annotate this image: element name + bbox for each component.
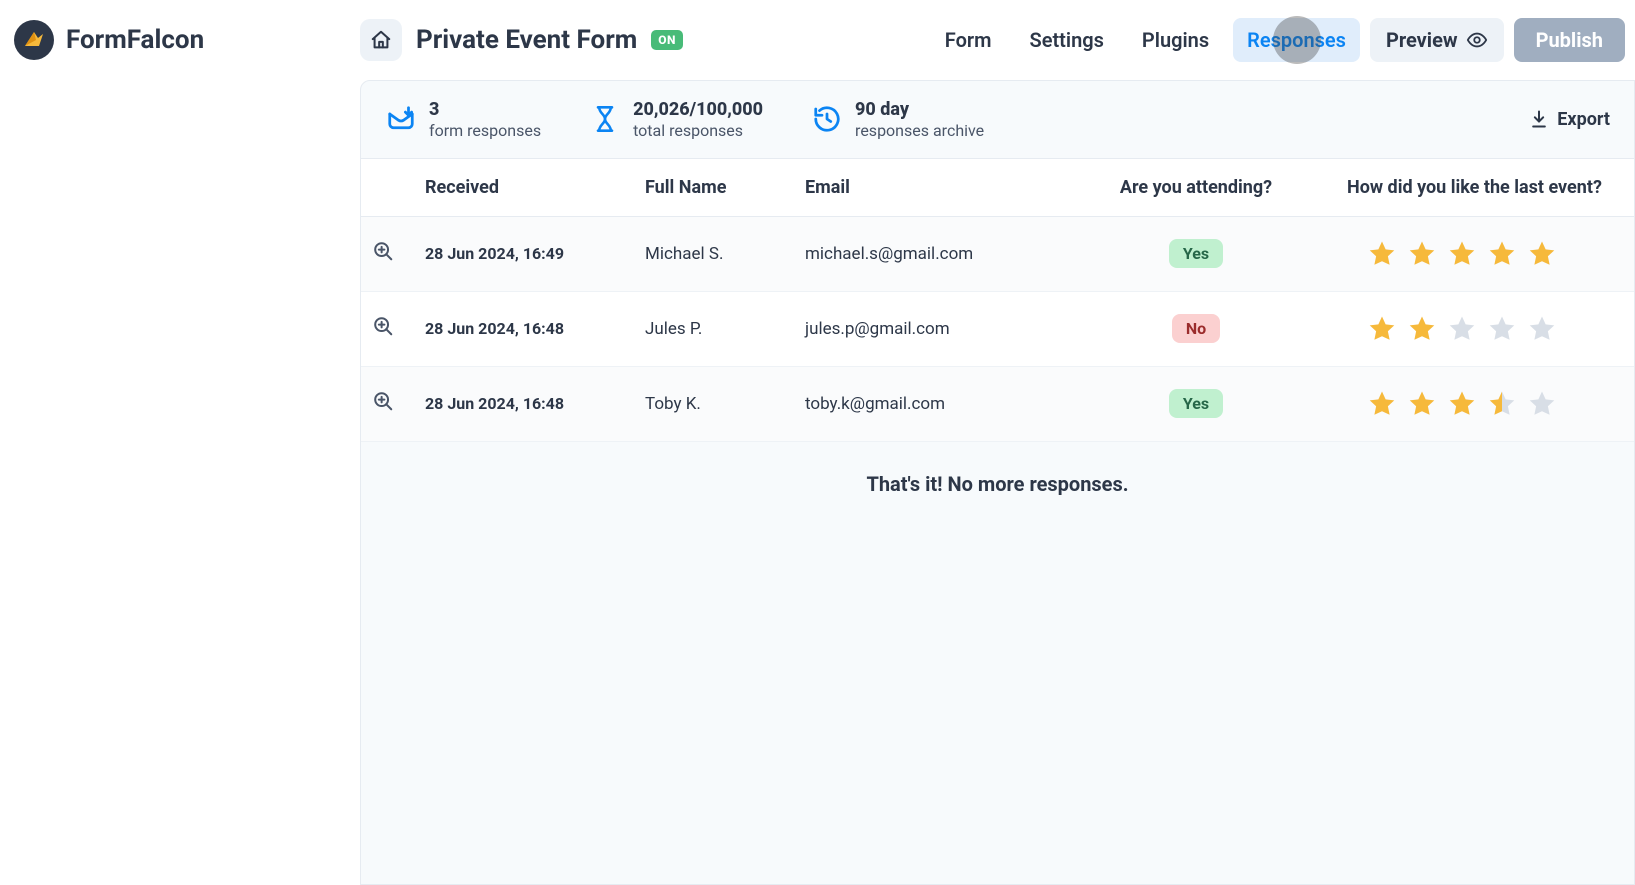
col-full-name[interactable]: Full Name	[625, 159, 785, 216]
magnify-plus-icon	[372, 390, 394, 412]
cell-received: 28 Jun 2024, 16:48	[405, 297, 625, 360]
star-icon	[1447, 239, 1477, 269]
cell-received: 28 Jun 2024, 16:49	[405, 222, 625, 285]
cell-received: 28 Jun 2024, 16:48	[405, 372, 625, 435]
page-title: Private Event Form	[416, 25, 637, 55]
nav-responses-label: Responses	[1247, 28, 1346, 52]
stat-form-responses: 3 form responses	[385, 99, 541, 140]
nav-form[interactable]: Form	[931, 18, 1006, 62]
star-icon	[1407, 314, 1437, 344]
inbox-download-icon	[385, 103, 417, 135]
cell-attending: Yes	[1065, 367, 1327, 440]
stat-total-responses-label: total responses	[633, 121, 763, 140]
star-icon	[1527, 239, 1557, 269]
cell-full-name: Toby K.	[625, 372, 785, 436]
brand-name: FormFalcon	[66, 25, 204, 55]
cell-attending: Yes	[1065, 217, 1327, 290]
stat-total-responses: 20,026/100,000 total responses	[589, 99, 763, 140]
star-icon	[1407, 389, 1437, 419]
table-row: 28 Jun 2024, 16:49Michael S.michael.s@gm…	[361, 217, 1634, 292]
cell-full-name: Jules P.	[625, 297, 785, 361]
col-received[interactable]: Received	[405, 159, 625, 216]
attending-pill: Yes	[1169, 389, 1223, 418]
star-icon	[1447, 314, 1477, 344]
status-badge: ON	[651, 30, 683, 50]
publish-button[interactable]: Publish	[1514, 18, 1625, 62]
star-icon	[1367, 239, 1397, 269]
view-response-button[interactable]	[372, 390, 394, 417]
table-row: 28 Jun 2024, 16:48Jules P.jules.p@gmail.…	[361, 292, 1634, 367]
star-icon	[1487, 389, 1517, 419]
cell-email: michael.s@gmail.com	[785, 222, 1065, 286]
stat-archive: 90 day responses archive	[811, 99, 984, 140]
home-button[interactable]	[360, 19, 402, 61]
download-icon	[1529, 109, 1549, 129]
view-response-button[interactable]	[372, 315, 394, 342]
rating-stars	[1347, 239, 1614, 269]
star-icon	[1367, 314, 1397, 344]
stat-total-responses-value: 20,026/100,000	[633, 99, 763, 121]
magnify-plus-icon	[372, 315, 394, 337]
home-icon	[370, 29, 392, 51]
history-icon	[811, 103, 843, 135]
stat-archive-value: 90 day	[855, 99, 984, 121]
topbar: Private Event Form ON Form Settings Plug…	[360, 0, 1635, 80]
summary-bar: 3 form responses 20,026/100,000	[361, 81, 1634, 159]
cell-full-name: Michael S.	[625, 222, 785, 286]
preview-label: Preview	[1386, 28, 1458, 52]
cell-rating	[1327, 292, 1634, 366]
end-of-results: That's it! No more responses.	[361, 442, 1634, 526]
star-icon	[1527, 314, 1557, 344]
rating-stars	[1347, 314, 1614, 344]
cell-attending: No	[1065, 292, 1327, 365]
cell-email: toby.k@gmail.com	[785, 372, 1065, 436]
hourglass-icon	[589, 103, 621, 135]
attending-pill: Yes	[1169, 239, 1223, 268]
col-attending[interactable]: Are you attending?	[1065, 159, 1327, 216]
cell-email: jules.p@gmail.com	[785, 297, 1065, 361]
col-rating[interactable]: How did you like the last event?	[1327, 159, 1634, 216]
nav-responses[interactable]: Responses	[1233, 18, 1360, 62]
nav-settings[interactable]: Settings	[1015, 18, 1117, 62]
star-icon	[1487, 239, 1517, 269]
eye-icon	[1466, 29, 1488, 51]
col-email[interactable]: Email	[785, 159, 1065, 216]
export-button[interactable]: Export	[1529, 109, 1610, 130]
brand[interactable]: FormFalcon	[14, 20, 360, 60]
content-panel: 3 form responses 20,026/100,000	[360, 80, 1635, 885]
table-row: 28 Jun 2024, 16:48Toby K.toby.k@gmail.co…	[361, 367, 1634, 442]
cell-rating	[1327, 217, 1634, 291]
rating-stars	[1347, 389, 1614, 419]
stat-archive-label: responses archive	[855, 121, 984, 140]
star-icon	[1487, 314, 1517, 344]
falcon-icon	[22, 28, 46, 52]
stat-form-responses-value: 3	[429, 99, 541, 121]
magnify-plus-icon	[372, 240, 394, 262]
star-icon	[1407, 239, 1437, 269]
preview-button[interactable]: Preview	[1370, 18, 1504, 62]
table-header: Received Full Name Email Are you attendi…	[361, 159, 1634, 217]
stat-form-responses-label: form responses	[429, 121, 541, 140]
attending-pill: No	[1172, 314, 1220, 343]
star-icon	[1367, 389, 1397, 419]
export-label: Export	[1557, 109, 1610, 130]
cell-rating	[1327, 367, 1634, 441]
topbar-right: Form Settings Plugins Responses Preview …	[931, 18, 1625, 62]
view-response-button[interactable]	[372, 240, 394, 267]
star-icon	[1447, 389, 1477, 419]
nav-plugins[interactable]: Plugins	[1128, 18, 1223, 62]
responses-table: Received Full Name Email Are you attendi…	[361, 159, 1634, 442]
star-icon	[1527, 389, 1557, 419]
left-rail: FormFalcon	[0, 0, 360, 885]
brand-logo	[14, 20, 54, 60]
